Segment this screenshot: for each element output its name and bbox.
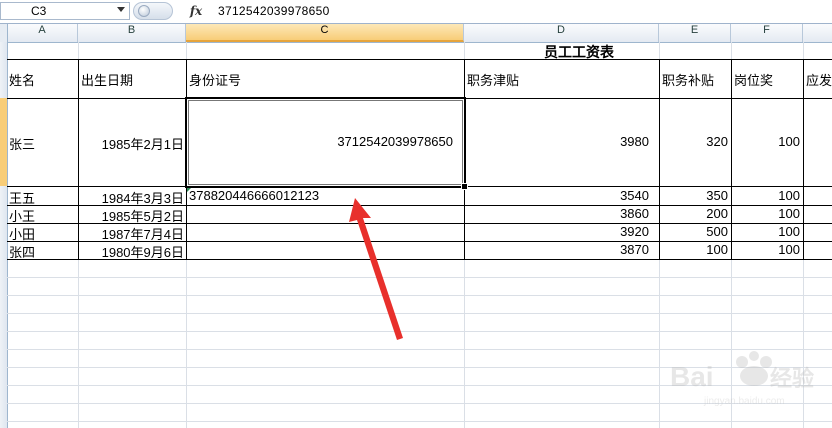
svg-text:经验: 经验 — [770, 366, 814, 391]
cell-post-bonus[interactable]: 100 — [734, 206, 800, 221]
cell-post-bonus[interactable]: 100 — [734, 224, 800, 239]
formula-bar: C3 fx 3712542039978650 — [0, 0, 832, 24]
cell-birthdate[interactable]: 1985年5月2日 — [81, 206, 184, 225]
formula-bar-resize-handle[interactable] — [133, 2, 173, 20]
annotation-arrow — [349, 198, 403, 340]
cell-duty-subsidy[interactable]: 350 — [662, 188, 728, 203]
svg-text:Bai: Bai — [670, 361, 714, 392]
cell-birthdate[interactable]: 1980年9月6日 — [81, 242, 184, 261]
cell-birthdate[interactable]: 1984年3月3日 — [81, 188, 184, 207]
header-duty-subsidy[interactable]: 职务补贴 — [662, 70, 730, 89]
cell-id-number[interactable]: 378820446666012123 — [189, 188, 463, 203]
active-cell-selection[interactable] — [185, 97, 466, 188]
cell-duty-allowance[interactable]: 3860 — [467, 206, 649, 221]
name-box-value: C3 — [31, 4, 47, 18]
header-gross-pay[interactable]: 应发 — [806, 70, 832, 89]
cell-duty-allowance[interactable]: 3540 — [467, 188, 649, 203]
cell-post-bonus[interactable]: 100 — [734, 188, 800, 203]
chevron-down-icon[interactable] — [117, 7, 125, 12]
cell-duty-allowance[interactable]: 3870 — [467, 242, 649, 257]
watermark-logo: Bai 经验 jingyan.baidu.com — [670, 351, 814, 407]
cell-duty-subsidy[interactable]: 500 — [662, 224, 728, 239]
cell-duty-subsidy[interactable]: 320 — [662, 134, 728, 149]
column-header-f[interactable]: F — [731, 24, 803, 42]
column-header-e[interactable]: E — [659, 24, 731, 42]
cell-duty-allowance[interactable]: 3920 — [467, 224, 649, 239]
name-box[interactable]: C3 — [0, 2, 130, 20]
cell-duty-subsidy[interactable]: 100 — [662, 242, 728, 257]
fill-handle[interactable] — [461, 183, 468, 190]
cell-name[interactable]: 小王 — [9, 206, 77, 225]
column-header-d[interactable]: D — [464, 24, 659, 42]
cell-name[interactable]: 张四 — [9, 242, 77, 261]
cell-post-bonus[interactable]: 100 — [734, 134, 800, 149]
baidu-jingyan-watermark: Bai 经验 jingyan.baidu.com — [664, 340, 824, 410]
cell-birthdate[interactable]: 1987年7月4日 — [81, 224, 184, 243]
header-post-bonus[interactable]: 岗位奖 — [734, 70, 802, 89]
header-id-number[interactable]: 身份证号 — [189, 70, 463, 89]
formula-input[interactable]: 3712542039978650 — [218, 3, 330, 19]
resize-knob-icon — [138, 5, 150, 17]
cell-duty-allowance[interactable]: 3980 — [467, 134, 649, 149]
header-duty-allowance[interactable]: 职务津贴 — [467, 70, 657, 89]
column-header-b[interactable]: B — [78, 24, 186, 42]
cell-name[interactable]: 小田 — [9, 224, 77, 243]
column-header-bar: A B C D E F — [0, 24, 832, 43]
arrow-shape — [349, 198, 403, 340]
header-birthdate[interactable]: 出生日期 — [81, 70, 185, 89]
column-header-a[interactable]: A — [7, 24, 78, 42]
header-name[interactable]: 姓名 — [9, 70, 77, 89]
worksheet-grid[interactable]: 员工工资表 姓名 出生日期 身份证号 职务津贴 职务补贴 岗位奖 应发 张三 1… — [7, 42, 832, 428]
cell-birthdate[interactable]: 1985年2月1日 — [81, 134, 184, 153]
cell-post-bonus[interactable]: 100 — [734, 242, 800, 257]
svg-text:jingyan.baidu.com: jingyan.baidu.com — [703, 396, 785, 407]
cell-name[interactable]: 张三 — [9, 134, 77, 153]
selected-row-indicator — [0, 98, 7, 186]
column-header-c[interactable]: C — [186, 24, 464, 42]
cell-name[interactable]: 王五 — [9, 188, 77, 207]
cell-duty-subsidy[interactable]: 200 — [662, 206, 728, 221]
insert-function-icon[interactable]: fx — [185, 3, 207, 19]
column-header-g[interactable] — [803, 24, 832, 42]
